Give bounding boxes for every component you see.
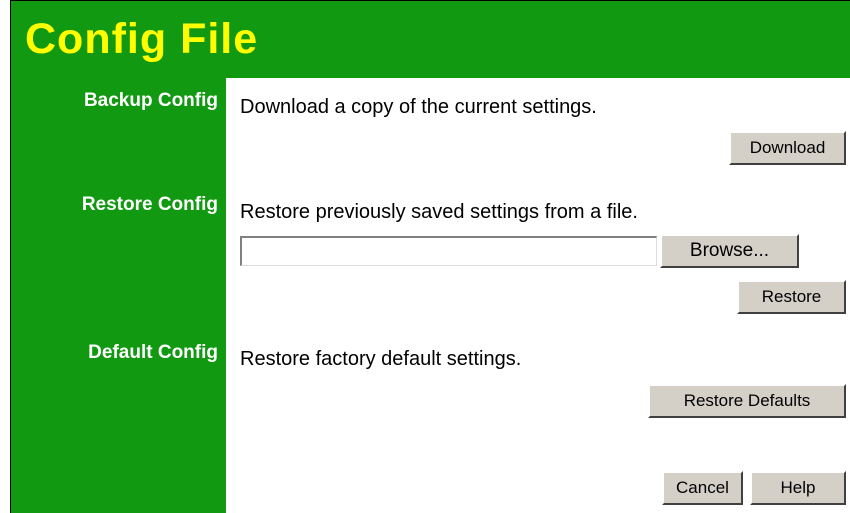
- backup-description: Download a copy of the current settings.: [240, 96, 597, 118]
- restore-file-input[interactable]: [240, 236, 657, 266]
- config-file-page: Config File Backup Config Restore Config…: [0, 0, 850, 513]
- default-description: Restore factory default settings.: [240, 348, 522, 370]
- browse-button[interactable]: Browse...: [660, 234, 799, 268]
- main-content: Download a copy of the current settings.…: [226, 78, 850, 513]
- restore-config-label: Restore Config: [81, 194, 218, 215]
- restore-button[interactable]: Restore: [737, 280, 846, 314]
- default-config-label: Default Config: [88, 342, 218, 363]
- restore-description: Restore previously saved settings from a…: [240, 201, 638, 223]
- page-header: Config File: [10, 0, 850, 78]
- left-margin: [0, 0, 10, 513]
- download-button[interactable]: Download: [729, 131, 846, 165]
- page-title: Config File: [25, 15, 259, 63]
- cancel-button[interactable]: Cancel: [662, 471, 743, 505]
- restore-defaults-button[interactable]: Restore Defaults: [648, 384, 846, 418]
- backup-config-label: Backup Config: [83, 90, 218, 111]
- help-button[interactable]: Help: [750, 471, 846, 505]
- sidebar: Backup Config Restore Config Default Con…: [10, 78, 226, 513]
